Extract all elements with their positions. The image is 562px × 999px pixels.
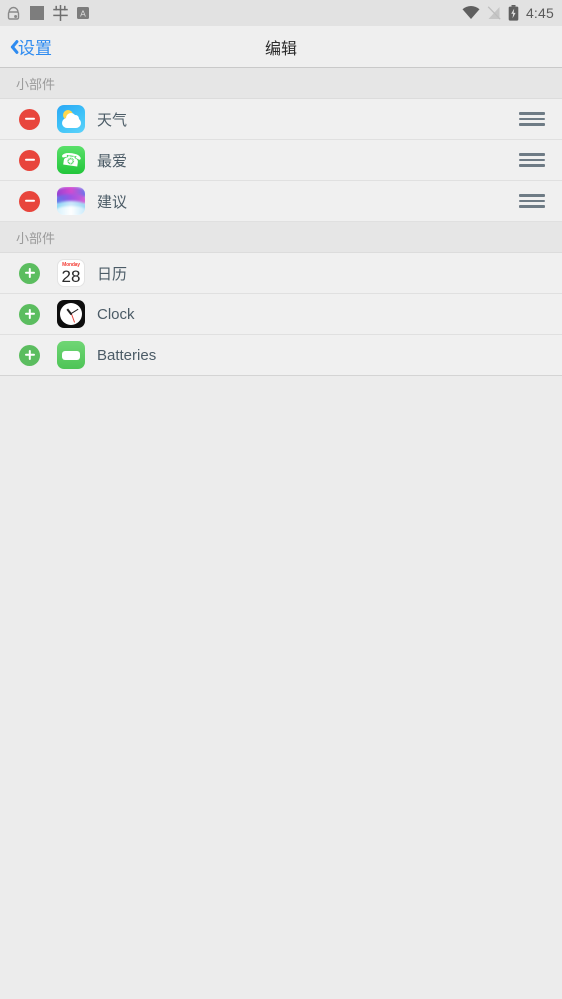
row-label: 日历	[97, 265, 128, 283]
back-button-label: 设置	[18, 39, 52, 58]
lock-ring-icon	[7, 6, 20, 20]
add-widget-button[interactable]	[19, 262, 40, 284]
table-row[interactable]: 天气	[0, 99, 562, 140]
status-bar-clock: 4:45	[525, 5, 554, 21]
status-bar-right-icons: 4:45	[462, 5, 554, 21]
navigation-bar: 设置 编辑	[0, 26, 562, 68]
reorder-drag-handle[interactable]	[519, 194, 545, 208]
weather-app-icon	[57, 105, 85, 133]
calendar-app-icon: Monday 28	[57, 259, 85, 287]
reorder-drag-handle[interactable]	[519, 112, 545, 126]
chinese-ime-icon	[53, 5, 68, 21]
table-row[interactable]: ☎ 最爱	[0, 140, 562, 181]
remove-widget-button[interactable]	[19, 108, 40, 130]
remove-widget-button[interactable]	[19, 149, 40, 171]
table-row[interactable]: 建议	[0, 181, 562, 222]
row-label: 建议	[97, 193, 128, 211]
svg-text:A: A	[80, 8, 86, 18]
status-bar: A 4:45	[0, 0, 562, 26]
siri-suggestions-app-icon	[57, 187, 85, 215]
widgets-list: 小部件 天气 ☎ 最爱 建议 小部件 Monday 28 日历 Clock Ba…	[0, 68, 562, 376]
wifi-icon	[462, 6, 480, 19]
square-app-icon	[30, 6, 44, 20]
battery-charging-icon	[508, 5, 519, 21]
remove-widget-button[interactable]	[19, 190, 40, 212]
calendar-date-label: 28	[61, 267, 81, 286]
batteries-app-icon	[57, 341, 85, 369]
empty-content-area	[0, 376, 562, 999]
phone-favorites-app-icon: ☎	[57, 146, 85, 174]
row-label: 天气	[97, 111, 128, 129]
clock-app-icon	[57, 300, 85, 328]
keyboard-layout-a-icon: A	[77, 7, 89, 19]
status-bar-left-icons: A	[6, 5, 89, 21]
table-row[interactable]: Clock	[0, 294, 562, 335]
table-row[interactable]: Batteries	[0, 335, 562, 376]
row-label: Clock	[97, 305, 135, 323]
signal-off-icon	[487, 6, 501, 20]
row-label: 最爱	[97, 152, 128, 170]
widgets-edit-screen: A 4:45 设置 编辑 小部件 天气 ☎ 最爱 建议 小部件 Monday 2…	[0, 0, 562, 999]
section-header-available: 小部件	[0, 222, 562, 253]
reorder-drag-handle[interactable]	[519, 153, 545, 167]
chevron-left-icon	[6, 38, 17, 56]
add-widget-button[interactable]	[19, 303, 40, 325]
row-label: Batteries	[97, 346, 157, 364]
page-title: 编辑	[264, 40, 297, 58]
table-row[interactable]: Monday 28 日历	[0, 253, 562, 294]
section-header-active: 小部件	[0, 68, 562, 99]
add-widget-button[interactable]	[19, 344, 40, 366]
back-button[interactable]: 设置	[0, 34, 52, 59]
